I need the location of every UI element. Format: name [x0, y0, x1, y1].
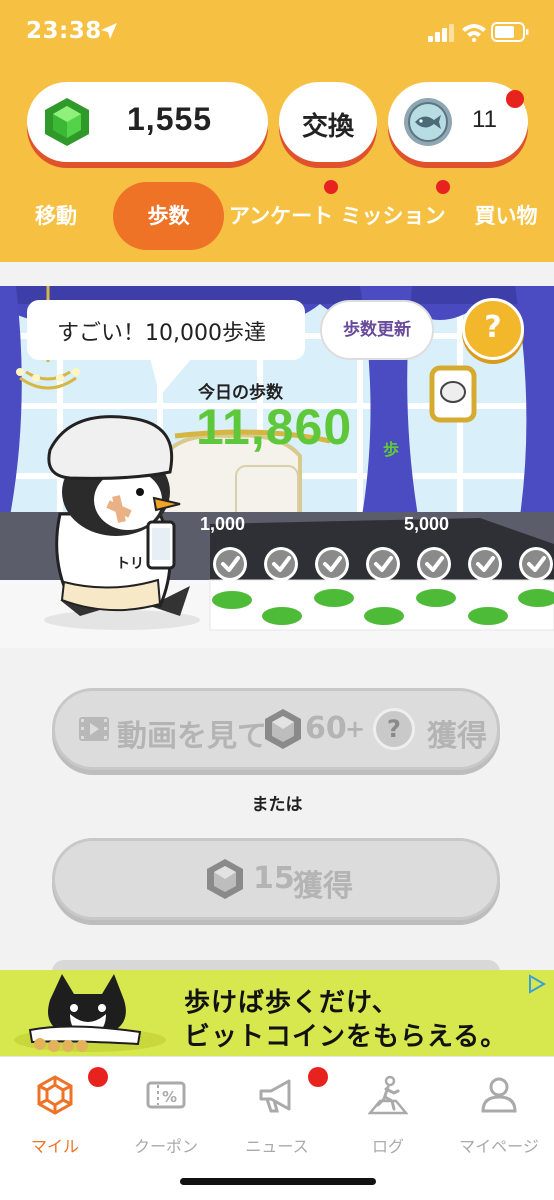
- nav-coupon[interactable]: % クーポン: [111, 1057, 221, 1167]
- coin-notification-dot: [506, 90, 524, 108]
- steps-page: トリ すごい！10,000歩達 歩数更新 ? 今日の歩数 11,860 歩 1,…: [0, 262, 554, 980]
- today-steps-value: 11,860: [196, 399, 353, 455]
- get-suffix: 獲得: [293, 869, 353, 904]
- category-tabs: 移動 歩数 アンケート ミッション 買い物: [0, 182, 554, 252]
- milestone-5000: 5,000: [404, 514, 450, 534]
- tab-shopping[interactable]: 買い物: [462, 182, 550, 250]
- ad-banner[interactable]: 歩けば歩くだけ、 ビットコインをもらえる。: [0, 970, 554, 1056]
- ad-choices-icon[interactable]: [526, 974, 546, 994]
- plus-sign: +: [345, 715, 366, 743]
- cellular-signal-icon: [428, 24, 454, 42]
- walking-log-icon: [368, 1075, 408, 1115]
- cat-illustration: [14, 974, 166, 1052]
- mile-notification-dot: [88, 1067, 108, 1087]
- help-button[interactable]: ?: [462, 298, 524, 360]
- nav-label-mile: マイル: [30, 1137, 79, 1156]
- steps-unit: 歩: [383, 440, 400, 459]
- tab-move[interactable]: 移動: [14, 182, 98, 250]
- nav-label-log: ログ: [371, 1137, 404, 1156]
- milestone-1000: 1,000: [200, 514, 246, 534]
- gem-count: 1,555: [127, 101, 213, 137]
- status-bar: 23:38: [0, 0, 554, 72]
- location-arrow-icon: [101, 23, 117, 39]
- or-label: または: [251, 795, 303, 815]
- exchange-label: 交換: [301, 112, 354, 142]
- shirt-logo: トリ: [116, 556, 144, 572]
- video-icon: [79, 717, 109, 741]
- nav-label-coupon: クーポン: [133, 1137, 198, 1156]
- megaphone-icon: [259, 1079, 291, 1113]
- message-bubble: すごい！10,000歩達: [27, 300, 305, 360]
- exchange-button[interactable]: 交換: [279, 82, 377, 162]
- coin-count: 11: [472, 106, 497, 133]
- news-notification-dot: [308, 1067, 328, 1087]
- ad-headline-2: ビットコインをもらえる。: [184, 1022, 508, 1052]
- person-icon: [481, 1077, 517, 1113]
- nav-label-mypage: マイページ: [459, 1137, 539, 1156]
- video-label: 動画を見て: [117, 719, 267, 754]
- coupon-icon: %: [146, 1081, 186, 1109]
- get-reward-button[interactable]: 15 獲得: [52, 838, 500, 920]
- gem-balance[interactable]: 1,555: [27, 82, 268, 162]
- ad-headline-1: 歩けば歩くだけ、: [184, 988, 399, 1018]
- mission-notification-dot: [436, 180, 450, 194]
- wifi-icon: [462, 24, 486, 42]
- survey-notification-dot: [324, 180, 338, 194]
- battery-icon: [491, 22, 529, 42]
- bubble-text: すごい！10,000歩達: [57, 321, 266, 346]
- get-amount: 15: [253, 861, 295, 896]
- grey-gem-icon: [265, 709, 301, 749]
- nav-log[interactable]: ログ: [333, 1057, 443, 1167]
- grey-gem-icon: [207, 859, 243, 899]
- update-steps-button[interactable]: 歩数更新: [320, 300, 434, 360]
- green-gem-icon: [45, 98, 89, 146]
- video-suffix: 獲得: [427, 719, 487, 754]
- svg-text:%: %: [162, 1088, 177, 1106]
- tab-survey[interactable]: アンケート: [226, 182, 336, 250]
- mystery-coin-icon: ?: [373, 708, 415, 750]
- tab-steps[interactable]: 歩数: [113, 182, 224, 250]
- video-amount: 60: [305, 711, 347, 746]
- room-scene: トリ すごい！10,000歩達 歩数更新 ? 今日の歩数 11,860 歩 1,…: [0, 286, 554, 648]
- nav-label-news: ニュース: [245, 1137, 309, 1156]
- header: 1,555 交換 11 移動 歩数 アンケート ミッション 買い物: [0, 72, 554, 262]
- home-indicator: [180, 1178, 376, 1185]
- gem-outline-icon: [37, 1075, 73, 1115]
- status-time: 23:38: [26, 18, 102, 44]
- tab-mission[interactable]: ミッション: [338, 182, 448, 250]
- fish-coin-icon: [404, 98, 452, 146]
- nav-mypage[interactable]: マイページ: [444, 1057, 554, 1167]
- watch-video-button[interactable]: 動画を見て 60 + ? 獲得: [52, 688, 500, 770]
